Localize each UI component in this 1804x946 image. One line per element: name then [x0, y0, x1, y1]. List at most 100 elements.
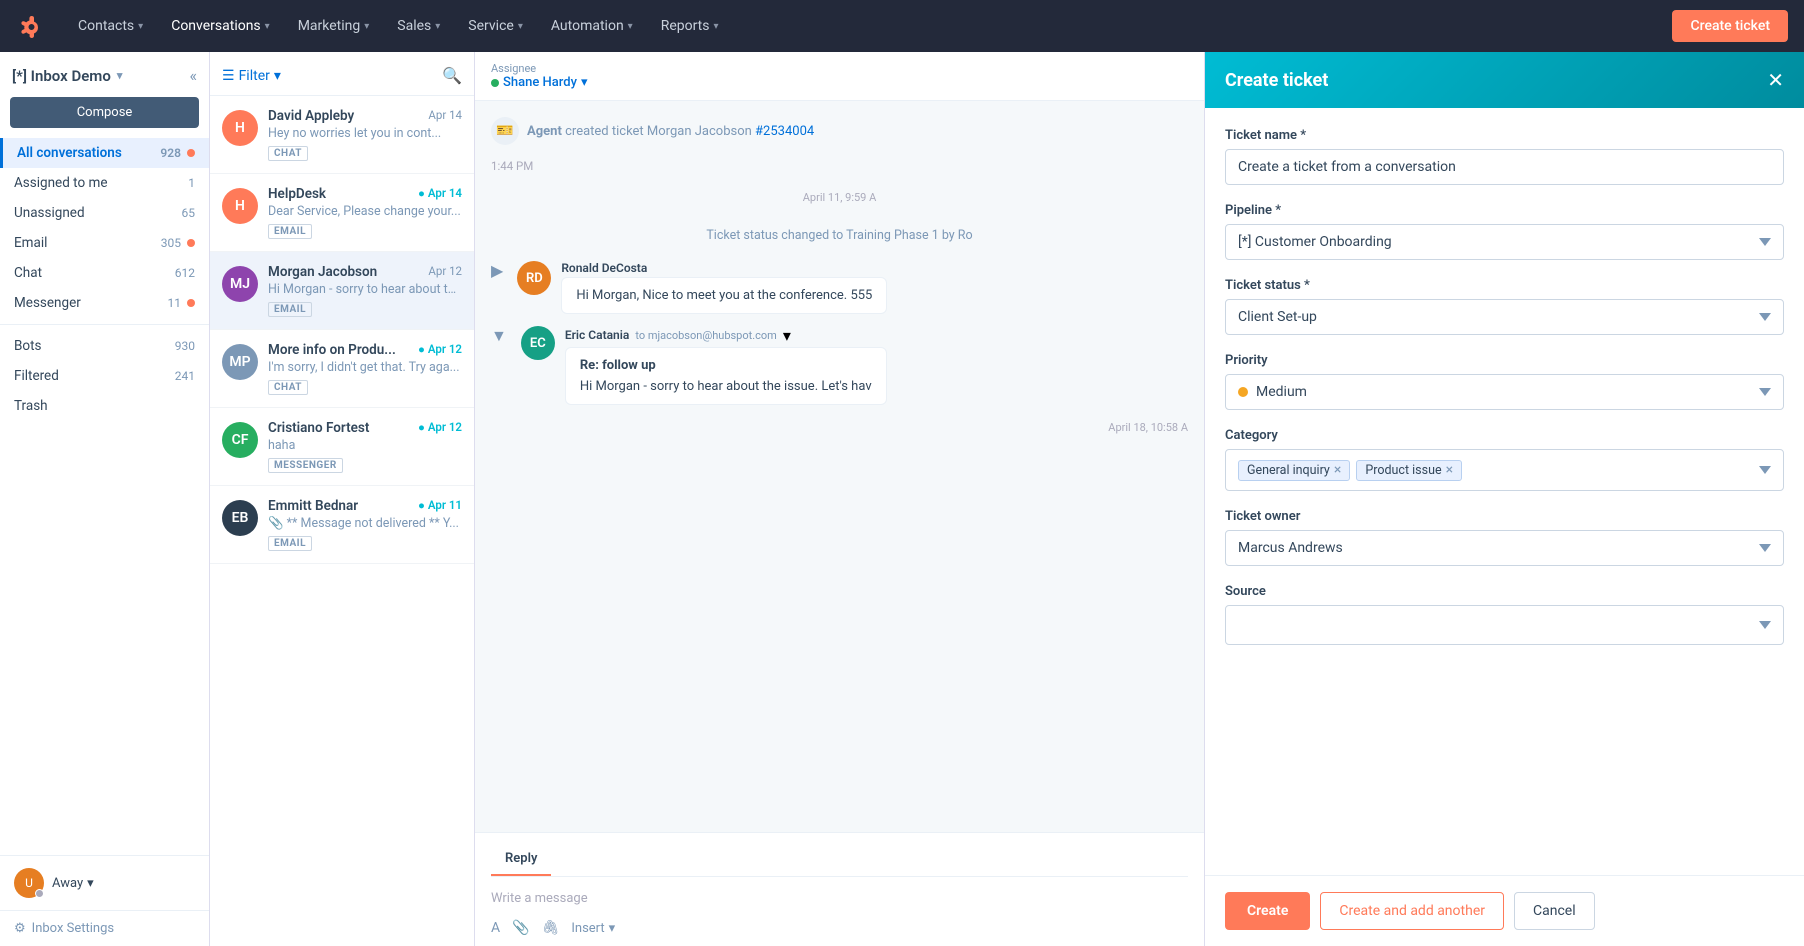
panel-title: Create ticket [1225, 70, 1328, 91]
priority-label: Priority [1225, 353, 1784, 368]
reply-input-placeholder: Write a message [491, 885, 1188, 912]
close-icon[interactable]: ✕ [1767, 68, 1784, 92]
avatar: H [222, 110, 258, 146]
remove-general-inquiry-icon[interactable]: × [1334, 463, 1341, 477]
nav-service[interactable]: Service ▾ [454, 0, 537, 52]
insert-chevron-icon: ▾ [609, 921, 616, 936]
category-field[interactable]: General inquiry × Product issue × [1225, 449, 1784, 491]
sender-avatar: EC [521, 326, 555, 360]
list-item[interactable]: CF Cristiano Fortest ● Apr 12 haha MESSE… [210, 408, 474, 486]
list-item[interactable]: H David Appleby Apr 14 Hey no worries le… [210, 96, 474, 174]
ticket-icon: 🎫 [491, 117, 519, 145]
create-ticket-nav-button[interactable]: Create ticket [1672, 10, 1788, 42]
pipeline-label: Pipeline * [1225, 203, 1784, 218]
reply-area: Reply Write a message A 📎 🖇 Insert ▾ [475, 832, 1204, 946]
ticket-status-group: Ticket status * Client Set-up [1225, 278, 1784, 335]
attachment-icon[interactable]: 📎 [512, 920, 529, 936]
panel-body: Ticket name * Pipeline * [*] Customer On… [1205, 108, 1804, 875]
panel-header: Create ticket ✕ [1205, 52, 1804, 108]
tab-reply[interactable]: Reply [491, 843, 551, 876]
avatar: CF [222, 422, 258, 458]
nav-reports[interactable]: Reports ▾ [647, 0, 733, 52]
paperclip-icon[interactable]: 🖇 [542, 920, 560, 936]
sidebar-item-bots[interactable]: Bots 930 [0, 331, 209, 361]
user-avatar: U [14, 868, 44, 898]
category-group: Category General inquiry × Product issue… [1225, 428, 1784, 491]
email-dot [187, 239, 195, 247]
email-chevron-icon: ▾ [783, 326, 791, 345]
pipeline-group: Pipeline * [*] Customer Onboarding [1225, 203, 1784, 260]
avatar: MJ [222, 266, 258, 302]
away-status[interactable]: Away ▾ [52, 876, 94, 891]
collapse-sidebar-button[interactable]: « [189, 66, 197, 85]
filter-chevron-icon: ▾ [274, 68, 281, 84]
collapse-icon[interactable]: ▼ [491, 326, 507, 346]
contacts-chevron-icon: ▾ [138, 21, 143, 32]
message-bubble: Re: follow up Hi Morgan - sorry to hear … [565, 347, 887, 405]
assignee-chevron-icon: ▾ [581, 75, 588, 90]
sidebar-item-filtered[interactable]: Filtered 241 [0, 361, 209, 391]
search-button[interactable]: 🔍 [442, 66, 462, 85]
reply-toolbar: A 📎 🖇 Insert ▾ [491, 912, 1188, 936]
inbox-title: [*] Inbox Demo ▾ [12, 67, 122, 85]
sidebar-item-chat[interactable]: Chat 612 [0, 258, 209, 288]
sidebar-item-trash[interactable]: Trash [0, 391, 209, 421]
conv-list-header: ☰ Filter ▾ 🔍 [210, 52, 474, 96]
panel-footer: Create Create and add another Cancel [1205, 875, 1804, 946]
list-item[interactable]: EB Emmitt Bednar ● Apr 11 📎 ** Message n… [210, 486, 474, 564]
text-format-icon[interactable]: A [491, 920, 500, 936]
ticket-name-label: Ticket name * [1225, 128, 1784, 143]
category-tag-general: General inquiry × [1238, 460, 1350, 481]
inbox-settings-button[interactable]: ⚙ Inbox Settings [0, 910, 209, 946]
remove-product-issue-icon[interactable]: × [1446, 463, 1453, 477]
nav-automation[interactable]: Automation ▾ [537, 0, 647, 52]
list-item[interactable]: MP More info on Produ... ● Apr 12 I'm so… [210, 330, 474, 408]
insert-button[interactable]: Insert ▾ [571, 921, 615, 936]
ticket-name-group: Ticket name * [1225, 128, 1784, 185]
nav-contacts[interactable]: Contacts ▾ [64, 0, 157, 52]
status-change-message: Ticket status changed to Training Phase … [491, 222, 1188, 249]
ticket-status-select[interactable]: Client Set-up [1225, 299, 1784, 335]
chat-messages: 🎫 Agent created ticket Morgan Jacobson #… [475, 101, 1204, 832]
avatar: H [222, 188, 258, 224]
sidebar-item-messenger[interactable]: Messenger 11 [0, 288, 209, 318]
top-navigation: Contacts ▾ Conversations ▾ Marketing ▾ S… [0, 0, 1804, 52]
expand-icon[interactable]: ▶ [491, 261, 503, 280]
cancel-button[interactable]: Cancel [1514, 892, 1595, 930]
compose-button[interactable]: Compose [10, 97, 199, 128]
create-ticket-panel: Create ticket ✕ Ticket name * Pipeline *… [1204, 52, 1804, 946]
nav-marketing[interactable]: Marketing ▾ [284, 0, 384, 52]
ticket-owner-select[interactable]: Marcus Andrews [1225, 530, 1784, 566]
sidebar-item-all-conversations[interactable]: All conversations 928 [0, 138, 209, 168]
nav-conversations[interactable]: Conversations ▾ [157, 0, 284, 52]
nav-sales[interactable]: Sales ▾ [383, 0, 454, 52]
message-row: ▼ EC Eric Catania to mjacobson@hubspot.c… [491, 326, 1188, 405]
status-indicator [35, 889, 44, 898]
chat-header: Assignee Shane Hardy ▾ [475, 52, 1204, 101]
avatar: EB [222, 500, 258, 536]
list-item[interactable]: MJ Morgan Jacobson Apr 12 Hi Morgan - so… [210, 252, 474, 330]
sidebar-item-unassigned[interactable]: Unassigned 65 [0, 198, 209, 228]
conversations-chevron-icon: ▾ [265, 21, 270, 32]
priority-value: Medium [1256, 384, 1307, 400]
reports-chevron-icon: ▾ [714, 21, 719, 32]
conversation-list: ☰ Filter ▾ 🔍 H David Appleby Apr 14 Hey … [210, 52, 475, 946]
create-and-add-another-button[interactable]: Create and add another [1320, 892, 1504, 930]
ticket-owner-group: Ticket owner Marcus Andrews [1225, 509, 1784, 566]
list-item[interactable]: H HelpDesk ● Apr 14 Dear Service, Please… [210, 174, 474, 252]
service-chevron-icon: ▾ [518, 21, 523, 32]
main-layout: [*] Inbox Demo ▾ « Compose All conversat… [0, 52, 1804, 946]
online-indicator [491, 79, 499, 87]
avatar: MP [222, 344, 258, 380]
priority-select[interactable]: Medium [1225, 374, 1784, 410]
ticket-name-input[interactable] [1225, 149, 1784, 185]
pipeline-select[interactable]: [*] Customer Onboarding [1225, 224, 1784, 260]
sidebar-item-email[interactable]: Email 305 [0, 228, 209, 258]
sidebar-item-assigned-to-me[interactable]: Assigned to me 1 [0, 168, 209, 198]
filter-button[interactable]: ☰ Filter ▾ [222, 68, 281, 84]
message-bubble: Hi Morgan, Nice to meet you at the confe… [561, 277, 887, 314]
all-conversations-dot [187, 149, 195, 157]
inbox-chevron-icon: ▾ [117, 69, 123, 82]
create-button[interactable]: Create [1225, 892, 1310, 930]
source-select[interactable] [1225, 605, 1784, 645]
